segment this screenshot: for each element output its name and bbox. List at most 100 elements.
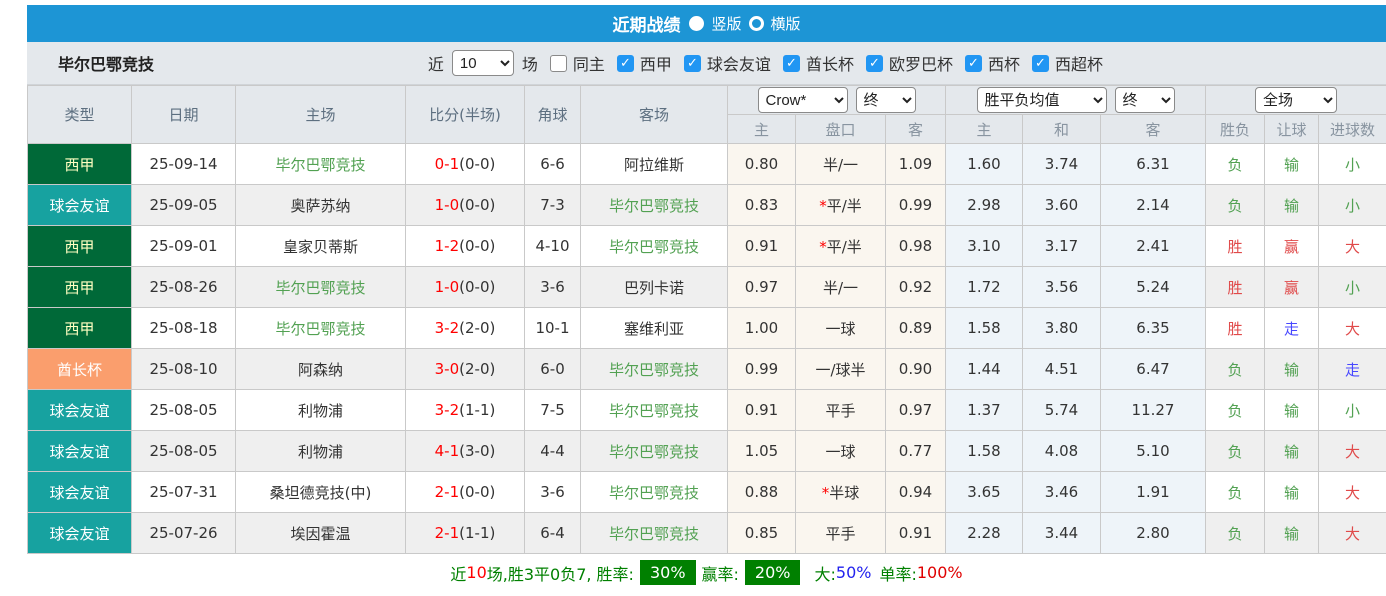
score-cell: 3-2(1-1) [406,390,525,431]
corners-cell: 7-5 [525,390,581,431]
handicap-cell: 一球 [796,431,886,472]
match-count-select[interactable]: 10 [452,50,514,76]
score-cell: 4-1(3-0) [406,431,525,472]
win-loss-cell: 负 [1206,431,1265,472]
home-team-cell: 奥萨苏纳 [236,185,406,226]
win-loss-cell: 胜 [1206,308,1265,349]
avg-home-cell: 1.58 [946,308,1023,349]
handicap-cell: 平手 [796,513,886,554]
league-label-supercopa[interactable]: 西超杯 [1055,51,1103,75]
title-bar: 近期战绩 竖版 横版 [27,5,1386,42]
subcol-handicap: 盘口 [796,115,886,144]
away-odds-cell: 0.91 [886,513,946,554]
league-checkbox-copa[interactable] [965,55,982,72]
home-odds-cell: 0.91 [728,390,796,431]
results-tbody: 西甲25-09-14毕尔巴鄂竞技0-1(0-0)6-6阿拉维斯0.80半/一1.… [28,144,1386,554]
goals-result-cell: 大 [1319,472,1386,513]
avg-home-cell: 2.28 [946,513,1023,554]
match-row: 球会友谊25-07-26埃因霍温2-1(1-1)6-4毕尔巴鄂竞技0.85平手0… [28,513,1386,554]
avg-draw-cell: 3.56 [1023,267,1101,308]
home-team-cell: 阿森纳 [236,349,406,390]
home-team-cell: 皇家贝蒂斯 [236,226,406,267]
league-label-copa[interactable]: 西杯 [988,51,1020,75]
avg-away-cell: 6.31 [1101,144,1206,185]
league-label-europa[interactable]: 欧罗巴杯 [889,51,953,75]
avg-away-cell: 2.80 [1101,513,1206,554]
league-checkbox-friendly[interactable] [684,55,701,72]
league-label-emirates-cup[interactable]: 酋长杯 [806,51,854,75]
home-team-cell: 毕尔巴鄂竞技 [236,308,406,349]
corners-cell: 4-4 [525,431,581,472]
away-team-cell: 阿拉维斯 [581,144,728,185]
col-header-away: 客场 [581,86,728,144]
single-rate-value: 100% [917,563,963,582]
score-cell: 2-1(0-0) [406,472,525,513]
recent-results-panel: 近期战绩 竖版 横版 毕尔巴鄂竞技 近 10 场 同主 西甲 球会友谊 酋长杯 … [27,5,1386,591]
team-name: 毕尔巴鄂竞技 [27,51,154,75]
horizontal-layout-radio[interactable] [749,16,764,31]
date-cell: 25-07-26 [132,513,236,554]
subcol-avg-home: 主 [946,115,1023,144]
away-team-cell: 毕尔巴鄂竞技 [581,349,728,390]
match-row: 酋长杯25-08-10阿森纳3-0(2-0)6-0毕尔巴鄂竞技0.99一/球半0… [28,349,1386,390]
away-team-cell: 巴列卡诺 [581,267,728,308]
avg-home-cell: 1.44 [946,349,1023,390]
league-checkbox-supercopa[interactable] [1032,55,1049,72]
avg-away-cell: 6.35 [1101,308,1206,349]
handicap-cell: 一球 [796,308,886,349]
odds-time-select-1[interactable]: 终 [856,87,916,113]
corners-cell: 3-6 [525,267,581,308]
win-loss-cell: 负 [1206,185,1265,226]
score-cell: 0-1(0-0) [406,144,525,185]
avg-draw-cell: 3.44 [1023,513,1101,554]
league-checkbox-laliga[interactable] [617,55,634,72]
match-row: 西甲25-08-26毕尔巴鄂竞技1-0(0-0)3-6巴列卡诺0.97半/一0.… [28,267,1386,308]
odds-time-select-2[interactable]: 终 [1115,87,1175,113]
away-team-cell: 毕尔巴鄂竞技 [581,390,728,431]
win-rate-badge: 30% [640,560,696,585]
handicap-result-cell: 赢 [1265,267,1319,308]
vertical-layout-radio[interactable] [689,16,704,31]
scope-select[interactable]: 全场 [1255,87,1337,113]
handicap-cell: *平/半 [796,226,886,267]
same-home-label[interactable]: 同主 [573,51,605,75]
avg-mode-select[interactable]: 胜平负均值 [977,87,1107,113]
home-odds-cell: 0.91 [728,226,796,267]
goals-result-cell: 小 [1319,144,1386,185]
avg-draw-cell: 3.46 [1023,472,1101,513]
league-checkbox-emirates-cup[interactable] [783,55,800,72]
handicap-result-cell: 走 [1265,308,1319,349]
filter-bar: 毕尔巴鄂竞技 近 10 场 同主 西甲 球会友谊 酋长杯 欧罗巴杯 西杯 西超杯 [27,42,1386,85]
odds-company-select[interactable]: Crow* [758,87,848,113]
corners-cell: 3-6 [525,472,581,513]
home-odds-cell: 1.00 [728,308,796,349]
away-odds-cell: 0.97 [886,390,946,431]
league-label-laliga[interactable]: 西甲 [640,51,672,75]
goals-result-cell: 小 [1319,390,1386,431]
league-checkbox-europa[interactable] [866,55,883,72]
competition-type-cell: 西甲 [28,144,132,185]
away-team-cell: 毕尔巴鄂竞技 [581,185,728,226]
vertical-layout-label[interactable]: 竖版 [711,13,741,34]
odds-group-header: Crow* 终 [728,86,946,115]
horizontal-layout-label[interactable]: 横版 [771,13,801,34]
avg-draw-cell: 4.08 [1023,431,1101,472]
col-header-type: 类型 [28,86,132,144]
home-odds-cell: 0.85 [728,513,796,554]
games-label: 场 [522,51,538,75]
handicap-cell: 一/球半 [796,349,886,390]
big-rate-value: 50% [836,563,872,582]
handicap-cell: *半球 [796,472,886,513]
results-table: 类型 日期 主场 比分(半场) 角球 客场 Crow* 终 [27,85,1386,554]
league-label-friendly[interactable]: 球会友谊 [707,51,771,75]
competition-type-cell: 西甲 [28,308,132,349]
near-label: 近 [428,51,444,75]
col-header-home: 主场 [236,86,406,144]
home-team-cell: 桑坦德竞技(中) [236,472,406,513]
same-home-checkbox[interactable] [550,55,567,72]
away-odds-cell: 0.94 [886,472,946,513]
goals-result-cell: 走 [1319,349,1386,390]
avg-group-header: 胜平负均值 终 [946,86,1206,115]
avg-home-cell: 1.37 [946,390,1023,431]
win-loss-cell: 负 [1206,513,1265,554]
